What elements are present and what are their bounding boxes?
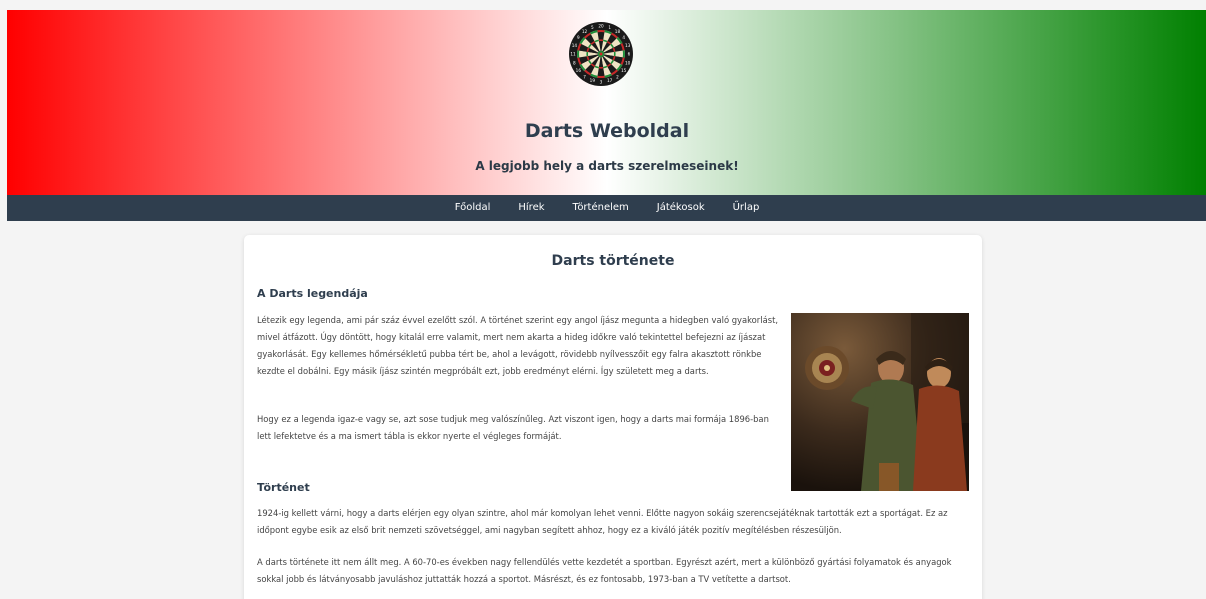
page-title: Darts története	[551, 253, 675, 269]
dartboard-number: 10	[625, 60, 631, 65]
dartboard-number: 1	[608, 25, 611, 30]
site-header: 20 1 18 4 13 6 10 15 2 17 3 19 7 16 8 11 14 9 12 5 Darts We…	[7, 10, 1206, 195]
dartboard-number: 11	[570, 52, 576, 57]
dartboard-number: 16	[576, 68, 582, 73]
site-subtitle: A legjobb hely a darts szerelmeseinek!	[475, 159, 739, 173]
dartboard-number: 3	[600, 80, 603, 85]
dartboard-number: 9	[577, 35, 580, 40]
dartboard-number: 7	[583, 74, 586, 79]
nav-item-form[interactable]: Űrlap	[719, 195, 774, 221]
dartboard-number: 2	[616, 74, 619, 79]
dartboard-logo: 20 1 18413 6 10 15217 3 19 7168 11 14 9125	[569, 22, 633, 86]
paragraph-history-1: 1924-ig kellett várni, hogy a darts elér…	[257, 508, 948, 535]
nav-item-news[interactable]: Hírek	[504, 195, 558, 221]
dartboard-number: 15	[621, 68, 627, 73]
dartboard-number: 20	[598, 24, 604, 29]
paragraph-legend-1: Létezik egy legenda, ami pár száz évvel …	[257, 315, 779, 376]
section-heading-legend: A Darts legendája	[257, 287, 368, 300]
archers-painting-image	[791, 313, 969, 491]
dartboard-number: 14	[572, 43, 578, 48]
paragraph-legend-2: Hogy ez a legenda igaz-e vagy se, azt so…	[257, 414, 769, 441]
nav-item-history[interactable]: Történelem	[559, 195, 643, 221]
dartboard-number: 17	[607, 78, 613, 83]
content-card: Darts története A Darts legendája Létezi…	[244, 235, 982, 599]
page: 20 1 18 4 13 6 10 15 2 17 3 19 7 16 8 11 14 9 12 5 Darts We…	[7, 10, 1206, 599]
nav-item-players[interactable]: Játékosok	[643, 195, 719, 221]
paragraph-history-2: A darts története itt nem állt meg. A 60…	[257, 557, 952, 584]
nav-item-home[interactable]: Főoldal	[441, 195, 505, 221]
dartboard-number: 19	[590, 78, 596, 83]
dartboard-number: 8	[573, 60, 576, 65]
dartboard-number: 5	[591, 25, 594, 30]
dartboard-number: 6	[628, 52, 631, 57]
dartboard-number: 13	[625, 43, 631, 48]
dartboard-number: 4	[622, 35, 625, 40]
dartboard-number: 12	[582, 29, 588, 34]
main-nav: Főoldal Hírek Történelem Játékosok Űrlap	[7, 195, 1206, 221]
dartboard-number: 18	[615, 29, 621, 34]
section-heading-history: Történet	[257, 481, 310, 494]
site-title: Darts Weboldal	[524, 120, 690, 142]
